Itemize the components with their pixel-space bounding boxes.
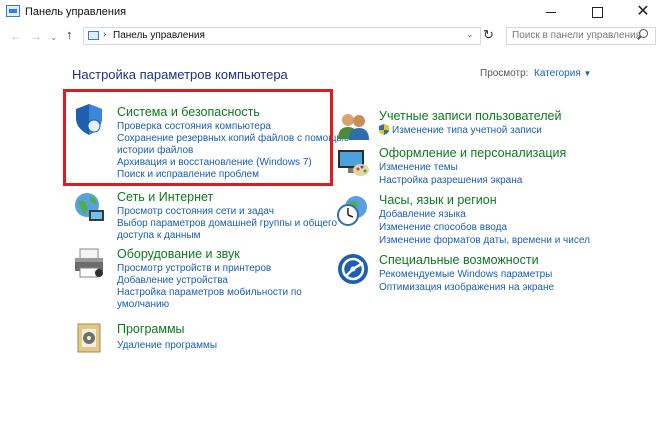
link-recommended-settings[interactable]: Рекомендуемые Windows параметры xyxy=(379,269,552,280)
minimize-icon xyxy=(546,11,556,13)
link-optimize-display[interactable]: Оптимизация изображения на экране xyxy=(379,282,554,293)
maximize-button[interactable] xyxy=(574,0,620,24)
link-add-device[interactable]: Добавление устройства xyxy=(117,275,228,286)
link-screen-resolution[interactable]: Настройка разрешения экрана xyxy=(379,175,522,186)
link-mobility-cont[interactable]: умолчанию xyxy=(117,299,169,310)
close-button[interactable]: ✕ xyxy=(620,0,666,24)
breadcrumb[interactable]: Панель управления xyxy=(113,30,205,41)
link-change-account-type[interactable]: Изменение типа учетной записи xyxy=(392,125,542,136)
breadcrumb-chevron-icon[interactable]: › xyxy=(103,29,106,40)
address-dropdown-icon[interactable]: ⌄ xyxy=(466,29,474,40)
accessibility-icon xyxy=(338,254,368,284)
network-globe-icon xyxy=(75,193,104,221)
link-add-language[interactable]: Добавление языка xyxy=(379,209,466,220)
category-title-network[interactable]: Сеть и Интернет xyxy=(117,190,213,204)
monitor-palette-icon xyxy=(338,150,369,176)
control-panel-icon xyxy=(88,31,99,40)
maximize-icon xyxy=(591,6,603,18)
clock-globe-icon xyxy=(337,196,367,226)
link-homegroup[interactable]: Выбор параметров домашней группы и общег… xyxy=(117,218,337,229)
category-title-clock-region[interactable]: Часы, язык и регион xyxy=(379,193,497,207)
refresh-icon[interactable]: ↻ xyxy=(483,27,497,42)
programs-icon xyxy=(77,323,101,353)
link-uninstall[interactable]: Удаление программы xyxy=(117,340,217,351)
control-panel-icon xyxy=(6,5,20,17)
dropdown-arrow-icon: ▼ xyxy=(583,69,592,78)
uac-shield-icon xyxy=(379,124,389,135)
view-by-label: Просмотр: xyxy=(480,68,529,79)
up-arrow-icon[interactable]: ↑ xyxy=(66,27,73,42)
close-icon: ✕ xyxy=(636,3,650,20)
category-title-hardware[interactable]: Оборудование и звук xyxy=(117,247,240,261)
recent-locations-icon[interactable]: ⌄ xyxy=(50,32,58,43)
highlight-box xyxy=(63,89,333,186)
search-placeholder: Поиск в панели управления xyxy=(512,30,642,41)
address-bar[interactable]: › Панель управления › ⌄ xyxy=(83,27,481,45)
page-title: Настройка параметров компьютера xyxy=(72,67,288,82)
category-title-ease-of-access[interactable]: Специальные возможности xyxy=(379,253,539,267)
category-title-programs[interactable]: Программы xyxy=(117,322,185,336)
back-arrow-icon[interactable]: ← xyxy=(10,29,22,43)
link-homegroup-cont[interactable]: доступа к данным xyxy=(117,230,201,241)
category-title-user-accounts[interactable]: Учетные записи пользователей xyxy=(379,109,562,123)
printer-icon xyxy=(75,248,103,278)
breadcrumb-chevron-icon[interactable]: › xyxy=(201,29,204,40)
users-icon xyxy=(338,114,369,140)
link-date-formats[interactable]: Изменение форматов даты, времени и чисел xyxy=(379,235,590,246)
search-icon[interactable] xyxy=(639,29,648,38)
forward-arrow-icon[interactable]: → xyxy=(30,29,42,43)
minimize-button[interactable] xyxy=(528,0,574,24)
title-bar: Панель управления ✕ xyxy=(0,0,666,24)
link-network-status[interactable]: Просмотр состояния сети и задач xyxy=(117,206,274,217)
link-change-theme[interactable]: Изменение темы xyxy=(379,162,458,173)
search-input[interactable]: Поиск в панели управления xyxy=(506,27,656,45)
link-mobility[interactable]: Настройка параметров мобильности по xyxy=(117,287,302,298)
view-by-value: Категория xyxy=(534,68,581,79)
window-title: Панель управления xyxy=(25,6,127,18)
view-by-dropdown[interactable]: Категория ▼ xyxy=(534,68,591,79)
link-devices-printers[interactable]: Просмотр устройств и принтеров xyxy=(117,263,271,274)
link-input-methods[interactable]: Изменение способов ввода xyxy=(379,222,507,233)
category-title-appearance[interactable]: Оформление и персонализация xyxy=(379,146,566,160)
